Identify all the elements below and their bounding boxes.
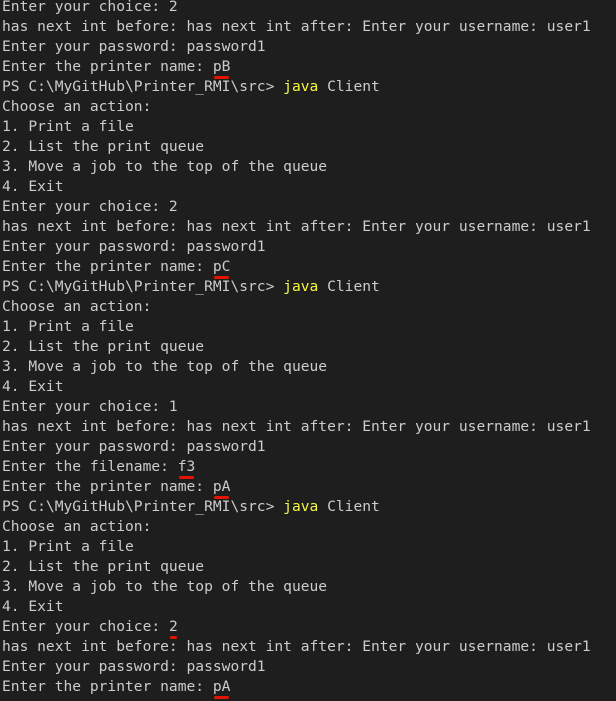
output-text: Enter the printer name: (2, 478, 213, 495)
terminal-line: 3. Move a job to the top of the queue (2, 577, 616, 597)
terminal-line: 4. Exit (2, 177, 616, 197)
output-text: Enter your password: password1 (2, 238, 266, 255)
output-text: has next int before: has next int after:… (2, 18, 591, 35)
output-text: Choose an action: (2, 98, 152, 115)
terminal-line: PS C:\MyGitHub\Printer_RMI\src> java Cli… (2, 277, 616, 297)
command-text: java (283, 278, 319, 295)
terminal-line: Enter the printer name: pC (2, 257, 616, 279)
output-text: Client (318, 78, 380, 95)
annotated-value: pA (212, 478, 231, 499)
terminal-line: 3. Move a job to the top of the queue (2, 157, 616, 177)
terminal-line: Enter the printer name: pA (2, 677, 616, 699)
output-text: 4. Exit (2, 598, 64, 615)
command-text: java (283, 498, 319, 515)
output-text: Enter your password: password1 (2, 658, 266, 675)
terminal-line: 2. List the print queue (2, 137, 616, 157)
output-text: Choose an action: (2, 518, 152, 535)
terminal-line: Enter the printer name: pA (2, 477, 616, 499)
output-text: Enter your choice: 2 (2, 0, 178, 15)
output-text: Client (318, 278, 380, 295)
output-text: has next int before: has next int after:… (2, 418, 591, 435)
terminal-line: Enter your choice: 2 (2, 197, 616, 217)
terminal-line: 1. Print a file (2, 537, 616, 557)
output-text: Enter the printer name: (2, 58, 213, 75)
terminal-line: 2. List the print queue (2, 337, 616, 357)
annotated-value: pA (212, 678, 231, 699)
output-text: Enter the filename: (2, 458, 178, 475)
terminal-line: 2. List the print queue (2, 557, 616, 577)
output-text: PS C:\MyGitHub\Printer_RMI\src> (2, 78, 284, 95)
terminal-line: has next int before: has next int after:… (2, 17, 616, 37)
terminal-line: 3. Move a job to the top of the queue (2, 357, 616, 377)
terminal-line: Enter your choice: 1 (2, 397, 616, 417)
output-text: has next int before: has next int after:… (2, 218, 591, 235)
terminal-line: PS C:\MyGitHub\Printer_RMI\src> java Cli… (2, 497, 616, 517)
terminal-line: 1. Print a file (2, 317, 616, 337)
terminal-line: Choose an action: (2, 517, 616, 537)
output-text: 3. Move a job to the top of the queue (2, 358, 328, 375)
output-text: Enter your password: password1 (2, 438, 266, 455)
terminal-line: Enter the filename: f3 (2, 457, 616, 479)
output-text: Enter your choice: 1 (2, 398, 178, 415)
annotated-value: 2 (168, 618, 178, 639)
output-text: 1. Print a file (2, 538, 134, 555)
terminal-output[interactable]: Enter your choice: 2 has next int before:… (0, 0, 616, 701)
annotated-value: f3 (177, 458, 196, 479)
output-text: Enter your choice: 2 (2, 198, 178, 215)
output-text: 3. Move a job to the top of the queue (2, 578, 328, 595)
terminal-line: Enter your choice: 2 (2, 617, 616, 639)
output-text: 1. Print a file (2, 118, 134, 135)
terminal-line: has next int before: has next int after:… (2, 417, 616, 437)
output-text: Enter your password: password1 (2, 38, 266, 55)
annotated-value: pB (212, 58, 231, 79)
terminal-line: Enter your password: password1 (2, 437, 616, 457)
terminal-line: 4. Exit (2, 597, 616, 617)
output-text: has next int before: has next int after:… (2, 638, 591, 655)
terminal-line: Enter the printer name: pB (2, 57, 616, 79)
output-text: 2. List the print queue (2, 138, 205, 155)
terminal-line: Enter your password: password1 (2, 37, 616, 57)
terminal-line: Enter your choice: 2 (2, 0, 616, 17)
output-text: Enter your choice: (2, 618, 169, 635)
output-text: 1. Print a file (2, 318, 134, 335)
output-text: 4. Exit (2, 378, 64, 395)
output-text: PS C:\MyGitHub\Printer_RMI\src> (2, 278, 284, 295)
output-text: Choose an action: (2, 298, 152, 315)
output-text: Client (318, 498, 380, 515)
terminal-line: Choose an action: (2, 297, 616, 317)
terminal-line: Choose an action: (2, 97, 616, 117)
output-text: 2. List the print queue (2, 338, 205, 355)
output-text: 3. Move a job to the top of the queue (2, 158, 328, 175)
terminal-line: Enter your password: password1 (2, 657, 616, 677)
output-text: 2. List the print queue (2, 558, 205, 575)
output-text: 4. Exit (2, 178, 64, 195)
annotated-value: pC (212, 258, 231, 279)
terminal-line: 1. Print a file (2, 117, 616, 137)
output-text: Enter the printer name: (2, 258, 213, 275)
terminal-line: 4. Exit (2, 377, 616, 397)
command-text: java (283, 78, 319, 95)
output-text: Enter the printer name: (2, 678, 213, 695)
terminal-line: has next int before: has next int after:… (2, 637, 616, 657)
output-text: PS C:\MyGitHub\Printer_RMI\src> (2, 498, 284, 515)
terminal-line: PS C:\MyGitHub\Printer_RMI\src> java Cli… (2, 77, 616, 97)
terminal-line: Enter your password: password1 (2, 237, 616, 257)
terminal-line: has next int before: has next int after:… (2, 217, 616, 237)
